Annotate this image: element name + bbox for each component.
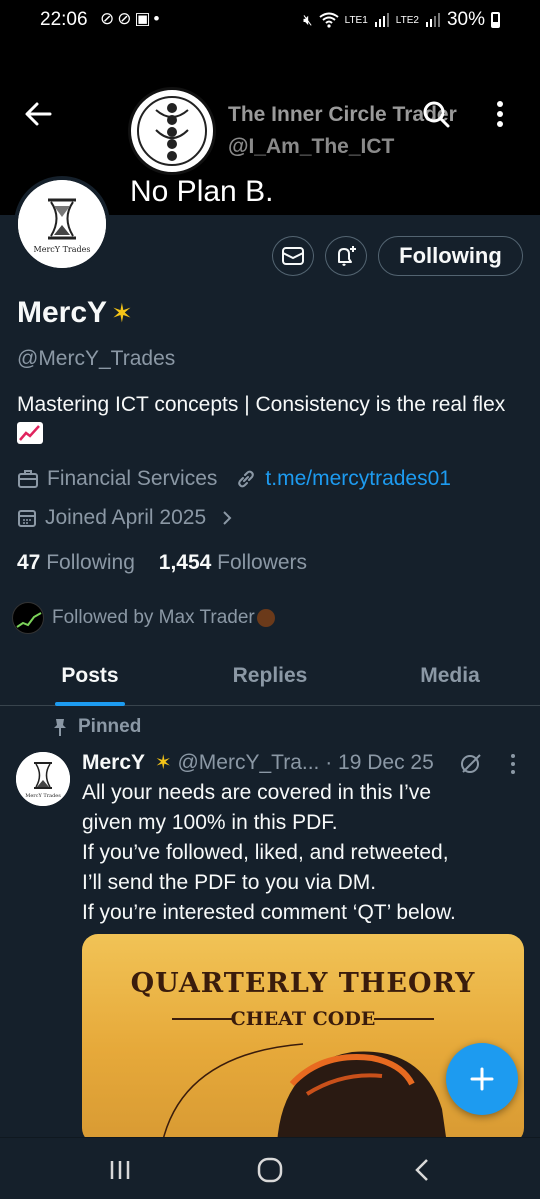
mute-icon: 🔇︎ [303, 11, 313, 29]
following-label: Following [46, 551, 135, 574]
search-icon[interactable] [422, 100, 450, 128]
back-arrow-icon[interactable] [22, 98, 54, 130]
compose-button[interactable] [446, 1043, 518, 1115]
tab-posts[interactable]: Posts [0, 650, 180, 706]
joined-row: Joined April 2025 [17, 506, 234, 530]
avatar-logo-text: MercY Trades [34, 245, 91, 254]
status-time: 22:06 [40, 9, 88, 30]
face-emoji-icon [256, 609, 275, 627]
plus-icon [470, 1067, 494, 1091]
status-right: 🔇︎ LTE1 LTE2 30% [303, 9, 500, 31]
more-options-icon[interactable] [494, 100, 506, 128]
post-avatar-logo-text: MercY Trades [25, 793, 61, 799]
followed-by-row[interactable]: Followed by Max Trader [12, 602, 275, 634]
briefcase-icon [18, 470, 38, 488]
back-icon[interactable] [408, 1156, 438, 1184]
sim1-label: LTE1 [344, 14, 368, 26]
battery-percent: 30% [446, 9, 485, 30]
link-icon [238, 470, 255, 488]
post-line: given my 100% in this PDF. [82, 811, 338, 834]
pinned-indicator: Pinned [52, 716, 141, 738]
followed-by-text: Followed by Max Trader [52, 607, 255, 628]
post-header: MercY ✶ @MercY_Tra... · 19 Dec 25 [82, 750, 434, 775]
profile-link[interactable]: t.me/mercytrades01 [265, 467, 451, 491]
following-stat[interactable]: 47 Following [17, 551, 135, 574]
recent-apps-icon[interactable] [105, 1156, 135, 1184]
sim2-label: LTE2 [395, 14, 419, 26]
profile-name-row: MercY ✶ [17, 296, 133, 330]
pinned-label: Pinned [78, 716, 142, 737]
profile-avatar[interactable]: MercY Trades [14, 176, 110, 272]
media-illustration [161, 1043, 447, 1144]
grok-icon[interactable] [459, 752, 483, 776]
post-line: I’ll send the PDF to you via DM. [82, 871, 377, 894]
post-line: If you’re interested comment ‘QT’ below. [82, 901, 456, 924]
signal-icon-2 [425, 13, 440, 27]
followers-stat[interactable]: 1,454 Followers [159, 551, 307, 574]
followers-count: 1,454 [158, 551, 212, 574]
profile-joined: Joined April 2025 [45, 506, 207, 529]
post-author-handle[interactable]: @MercY_Tra... [177, 751, 319, 774]
following-count: 47 [17, 551, 41, 574]
tab-media[interactable]: Media [360, 650, 540, 705]
profile-bio-row: Mastering ICT concepts | Consistency is … [17, 390, 527, 450]
dizzy-star-icon: ✶ [154, 752, 172, 774]
profile-bio: Mastering ICT concepts | Consistency is … [17, 393, 506, 416]
signal-icon [374, 13, 389, 27]
hourglass-logo-icon: MercY Trades [18, 180, 106, 268]
system-nav-bar [0, 1137, 540, 1199]
post-media-image[interactable]: QUARTERLY THEORY CHEAT CODE [82, 934, 524, 1144]
status-notification-icons: ⊘⊘▣• [100, 9, 163, 28]
tab-replies[interactable]: Replies [180, 650, 360, 705]
profile-tabs: Posts Replies Media [0, 650, 540, 706]
profile-category: Financial Services [47, 467, 218, 490]
profile-name: MercY [17, 296, 108, 329]
hourglass-logo-icon: MercY Trades [16, 752, 70, 806]
post-author-avatar[interactable]: MercY Trades [16, 752, 70, 806]
home-icon[interactable] [255, 1156, 285, 1184]
banner-account-handle: @I_Am_The_ICT [228, 135, 395, 158]
post-more-icon[interactable] [508, 752, 518, 776]
wifi-icon [319, 12, 339, 28]
post-line: All your needs are covered in this I’ve [82, 781, 432, 804]
calendar-icon [18, 510, 36, 527]
bell-plus-icon [338, 246, 356, 266]
post-line: If you’ve followed, liked, and retweeted… [82, 841, 449, 864]
post-author-name[interactable]: MercY [82, 751, 145, 774]
follower-avatar [12, 602, 44, 634]
battery-icon [491, 12, 500, 28]
post-date[interactable]: · 19 Dec 25 [325, 751, 434, 774]
profile-meta-row: Financial Services t.me/mercytrades01 [17, 467, 451, 491]
banner-tagline: No Plan B. [130, 175, 274, 208]
pin-icon [54, 719, 66, 736]
dizzy-star-icon: ✶ [111, 298, 133, 328]
following-button[interactable]: Following [378, 236, 523, 276]
follow-stats: 47 Following 1,454 Followers [17, 551, 307, 575]
ict-logo-icon [132, 91, 212, 171]
chart-increasing-icon [17, 422, 43, 444]
message-button[interactable] [272, 236, 314, 276]
post-text: All your needs are covered in this I’ve … [82, 778, 522, 928]
chevron-right-icon[interactable] [220, 508, 234, 528]
status-bar: 22:06 ⊘⊘▣• 🔇︎ LTE1 LTE2 30% [0, 0, 540, 40]
profile-handle: @MercY_Trades [17, 347, 176, 370]
followers-label: Followers [217, 551, 308, 574]
banner-logo [128, 87, 216, 175]
notifications-button[interactable] [325, 236, 367, 276]
mail-icon [282, 247, 304, 265]
